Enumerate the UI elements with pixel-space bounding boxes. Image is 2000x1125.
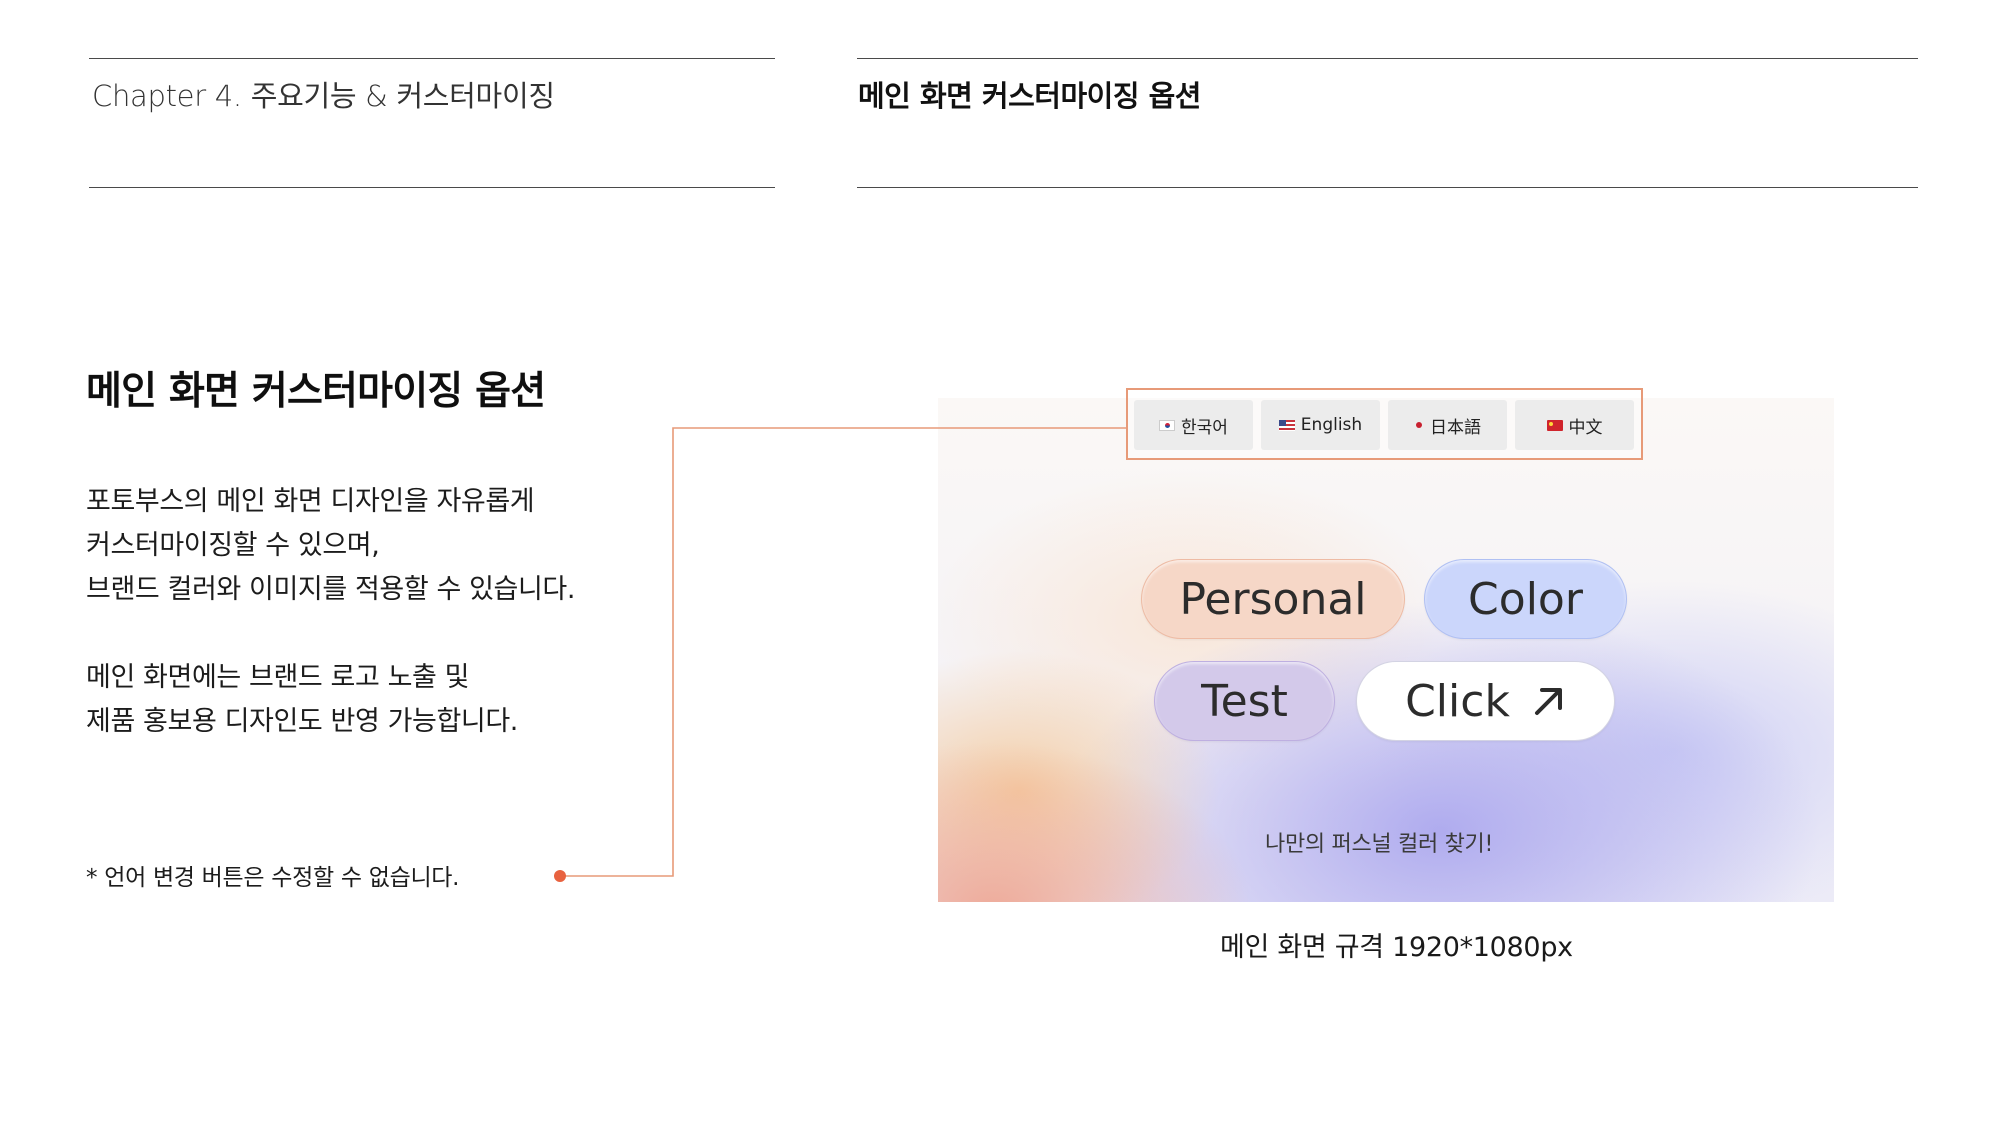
language-label: 한국어: [1181, 417, 1228, 438]
cn-flag-icon: [1546, 419, 1563, 431]
us-flag-icon: [1278, 419, 1295, 431]
language-label: 中文: [1568, 417, 1603, 438]
test-pill: Test: [1154, 661, 1335, 741]
preview-caption: 메인 화면 규격 1920*1080px: [1220, 932, 1573, 963]
language-button-japanese[interactable]: 日本語: [1388, 400, 1507, 450]
language-button-korean[interactable]: 한국어: [1134, 400, 1253, 450]
language-selector-highlight: 한국어 English 日本語 中文: [1126, 388, 1643, 460]
jp-flag-icon: [1414, 420, 1424, 430]
personal-pill: Personal: [1141, 559, 1405, 639]
callout-connector: [554, 427, 1126, 882]
arrow-up-right-icon: [1534, 688, 1562, 715]
language-button-chinese[interactable]: 中文: [1515, 400, 1634, 450]
callout-dot: [554, 870, 566, 882]
callout-line: [560, 427, 1126, 877]
language-label: English: [1300, 415, 1363, 435]
language-label: 日本語: [1430, 417, 1481, 438]
color-pill: Color: [1424, 559, 1627, 639]
kr-flag-icon: [1159, 419, 1176, 431]
language-button-english[interactable]: English: [1261, 400, 1380, 450]
click-label: Click: [1405, 675, 1510, 727]
preview-tagline: 나만의 퍼스널 컬러 찾기!: [1265, 832, 1493, 857]
click-button[interactable]: Click: [1356, 661, 1615, 741]
